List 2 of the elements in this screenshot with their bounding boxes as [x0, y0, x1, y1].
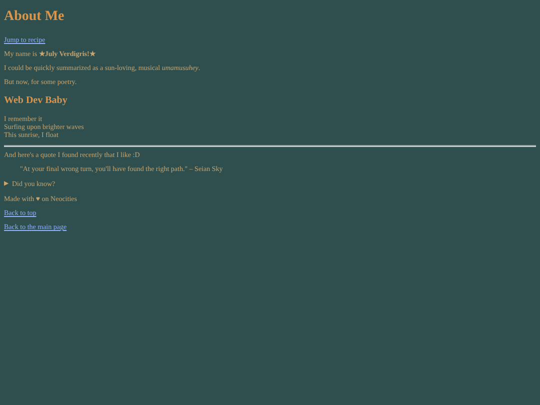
page-title: About Me	[4, 9, 66, 25]
poem-title: Web Dev Baby	[4, 95, 68, 107]
